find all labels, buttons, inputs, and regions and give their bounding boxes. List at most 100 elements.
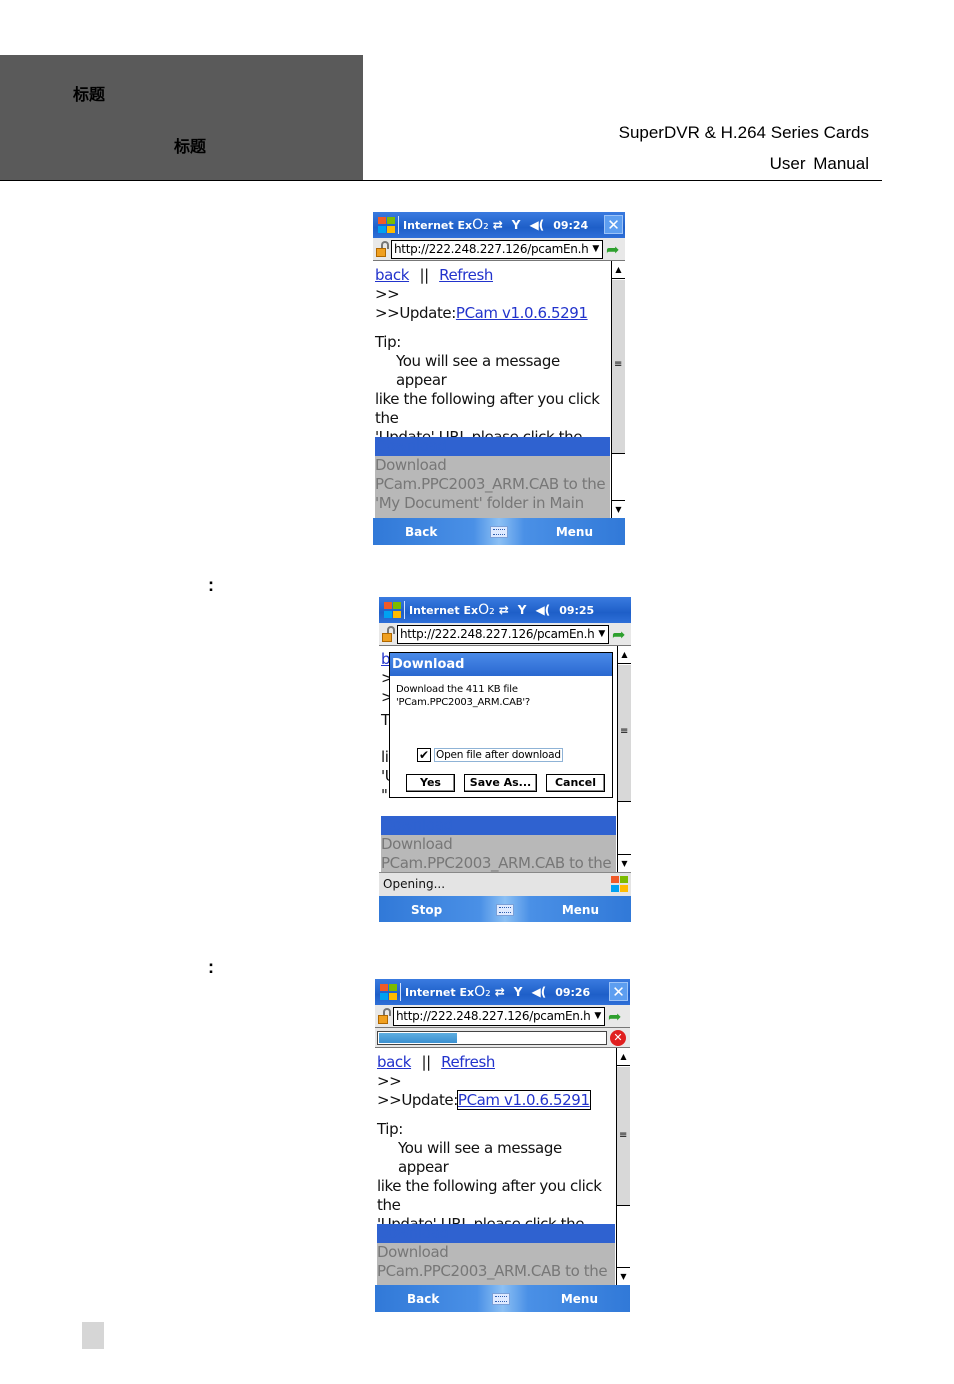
lock-icon [375,241,391,257]
check-icon[interactable]: ✔ [417,748,431,762]
url-input[interactable]: http://222.248.227.126/pcamEn.h ▼ [391,239,603,259]
document-subtitle: User Manual [769,154,869,173]
lock-icon [381,626,397,642]
back-softkey[interactable]: Back [407,1292,439,1306]
windows-start-icon[interactable] [378,983,398,1001]
volume-icon[interactable]: ◀( [535,603,550,617]
soft-key-bar: Back Menu [375,1285,630,1312]
screenshot-2: Internet Ex O₂ ⇄ Y ◀( 09:25 http://222.2… [379,597,631,922]
url-input[interactable]: http://222.248.227.126/pcamEn.h ▼ [397,624,609,644]
progress-row: ✕ [375,1028,630,1048]
grip-icon: ≡ [619,1130,628,1141]
url-input[interactable]: http://222.248.227.126/pcamEn.h ▼ [393,1006,605,1026]
sync-icon[interactable]: ⇄ [499,603,509,617]
grip-icon: ≡ [614,359,623,370]
lock-icon [377,1008,393,1024]
page-content: b > > T lik 'U " Download Download PCam.… [379,646,631,872]
signal-icon[interactable]: Y [514,985,523,999]
menu-softkey[interactable]: Menu [562,903,599,917]
update-link[interactable]: PCam v1.0.6.5291 [456,1090,591,1110]
refresh-link[interactable]: Refresh [439,266,493,284]
go-icon[interactable]: ➦ [606,240,619,259]
scroll-down-icon[interactable]: ▼ [617,1267,630,1285]
open-after-download-checkbox[interactable]: ✔ Open file after download [417,748,563,762]
scroll-down-icon[interactable]: ▼ [612,500,625,518]
carrier-icon: O₂ [478,602,495,618]
dropdown-icon[interactable]: ▼ [598,626,605,643]
update-link[interactable]: PCam v1.0.6.5291 [456,304,588,322]
grip-icon: ≡ [620,726,629,737]
scrollbar[interactable]: ▲ ≡ ▼ [616,1048,630,1285]
volume-icon[interactable]: ◀( [531,985,546,999]
page-number-box [82,1322,104,1349]
clock[interactable]: 09:24 [553,219,588,232]
sync-icon[interactable]: ⇄ [493,218,503,232]
windows-start-icon[interactable] [382,601,402,619]
go-icon[interactable]: ➦ [612,625,625,644]
signal-icon[interactable]: Y [518,603,527,617]
keyboard-icon[interactable] [492,1292,510,1305]
stop-softkey[interactable]: Stop [411,903,442,917]
close-icon[interactable]: ✕ [604,215,623,234]
keyboard-icon[interactable] [490,525,508,538]
soft-key-bar: Back Menu [373,518,625,545]
cancel-button[interactable]: Cancel [546,774,605,792]
signal-icon[interactable]: Y [512,218,521,232]
download-dialog: Download Download the 411 KB file 'PCam.… [389,652,613,798]
app-title: Internet Ex [409,603,479,617]
app-title: Internet Ex [403,218,473,232]
title-bar: Internet Ex O₂ ⇄ Y ◀( 09:24 ✕ [373,212,625,238]
menu-softkey[interactable]: Menu [556,525,593,539]
screenshot-3: Internet Ex O₂ ⇄ Y ◀( 09:26 ✕ http://222… [375,979,630,1313]
caption-colon-1: : [208,575,214,595]
screenshot-1: Internet Ex O₂ ⇄ Y ◀( 09:24 ✕ http://222… [373,212,625,545]
stop-icon[interactable]: ✕ [610,1029,626,1046]
header-rule [0,180,882,181]
app-title: Internet Ex [405,985,475,999]
clock[interactable]: 09:25 [559,604,594,617]
soft-key-bar: Stop Menu [379,896,631,922]
sync-icon[interactable]: ⇄ [495,985,505,999]
header-block [0,55,363,181]
refresh-link[interactable]: Refresh [441,1053,495,1071]
scroll-up-icon[interactable]: ▲ [618,646,631,664]
keyboard-icon[interactable] [496,903,514,916]
yes-button[interactable]: Yes [406,774,455,792]
page-content: back || Refresh >> >>Update:PCam v1.0.6.… [373,261,625,518]
dialog-title: Download [390,653,612,676]
volume-icon[interactable]: ◀( [529,218,544,232]
clock[interactable]: 09:26 [555,986,590,999]
windows-start-icon[interactable] [376,216,396,234]
dropdown-icon[interactable]: ▼ [592,241,599,258]
header-title-2: 标题 [174,137,207,156]
status-text: Opening... [383,877,446,891]
scroll-up-icon[interactable]: ▲ [612,261,625,279]
sample-image: Download Download PCam.PPC2003_ARM.CAB t… [375,437,610,518]
address-bar: http://222.248.227.126/pcamEn.h ▼ ➦ [373,238,625,261]
back-link[interactable]: back [377,1053,411,1071]
sample-image: Download Download PCam.PPC2003_ARM.CAB t… [377,1224,615,1285]
carrier-icon: O₂ [472,217,489,233]
scrollbar[interactable]: ▲ ≡ ▼ [617,646,631,872]
address-bar: http://222.248.227.126/pcamEn.h ▼ ➦ [379,623,631,646]
document-title: SuperDVR & H.264 Series Cards [618,123,869,142]
go-icon[interactable]: ➦ [608,1007,621,1026]
title-bar: Internet Ex O₂ ⇄ Y ◀( 09:25 [379,597,631,623]
status-bar: Opening... [379,872,631,896]
dialog-message-1: Download the 411 KB file [396,684,518,695]
address-bar: http://222.248.227.126/pcamEn.h ▼ ➦ [375,1005,630,1028]
scrollbar[interactable]: ▲ ≡ ▼ [611,261,625,518]
menu-softkey[interactable]: Menu [561,1292,598,1306]
caption-colon-2: : [208,957,214,977]
back-softkey[interactable]: Back [405,525,437,539]
close-icon[interactable]: ✕ [609,982,628,1001]
scroll-down-icon[interactable]: ▼ [618,854,631,872]
windows-flag-icon [609,875,629,893]
page-content: back || Refresh >> >>Update:PCam v1.0.6.… [375,1048,630,1285]
back-link[interactable]: back [375,266,409,284]
dropdown-icon[interactable]: ▼ [594,1008,601,1025]
save-as-button[interactable]: Save As... [464,774,537,792]
title-bar: Internet Ex O₂ ⇄ Y ◀( 09:26 ✕ [375,979,630,1005]
download-progress-bar [377,1030,607,1045]
scroll-up-icon[interactable]: ▲ [617,1048,630,1066]
